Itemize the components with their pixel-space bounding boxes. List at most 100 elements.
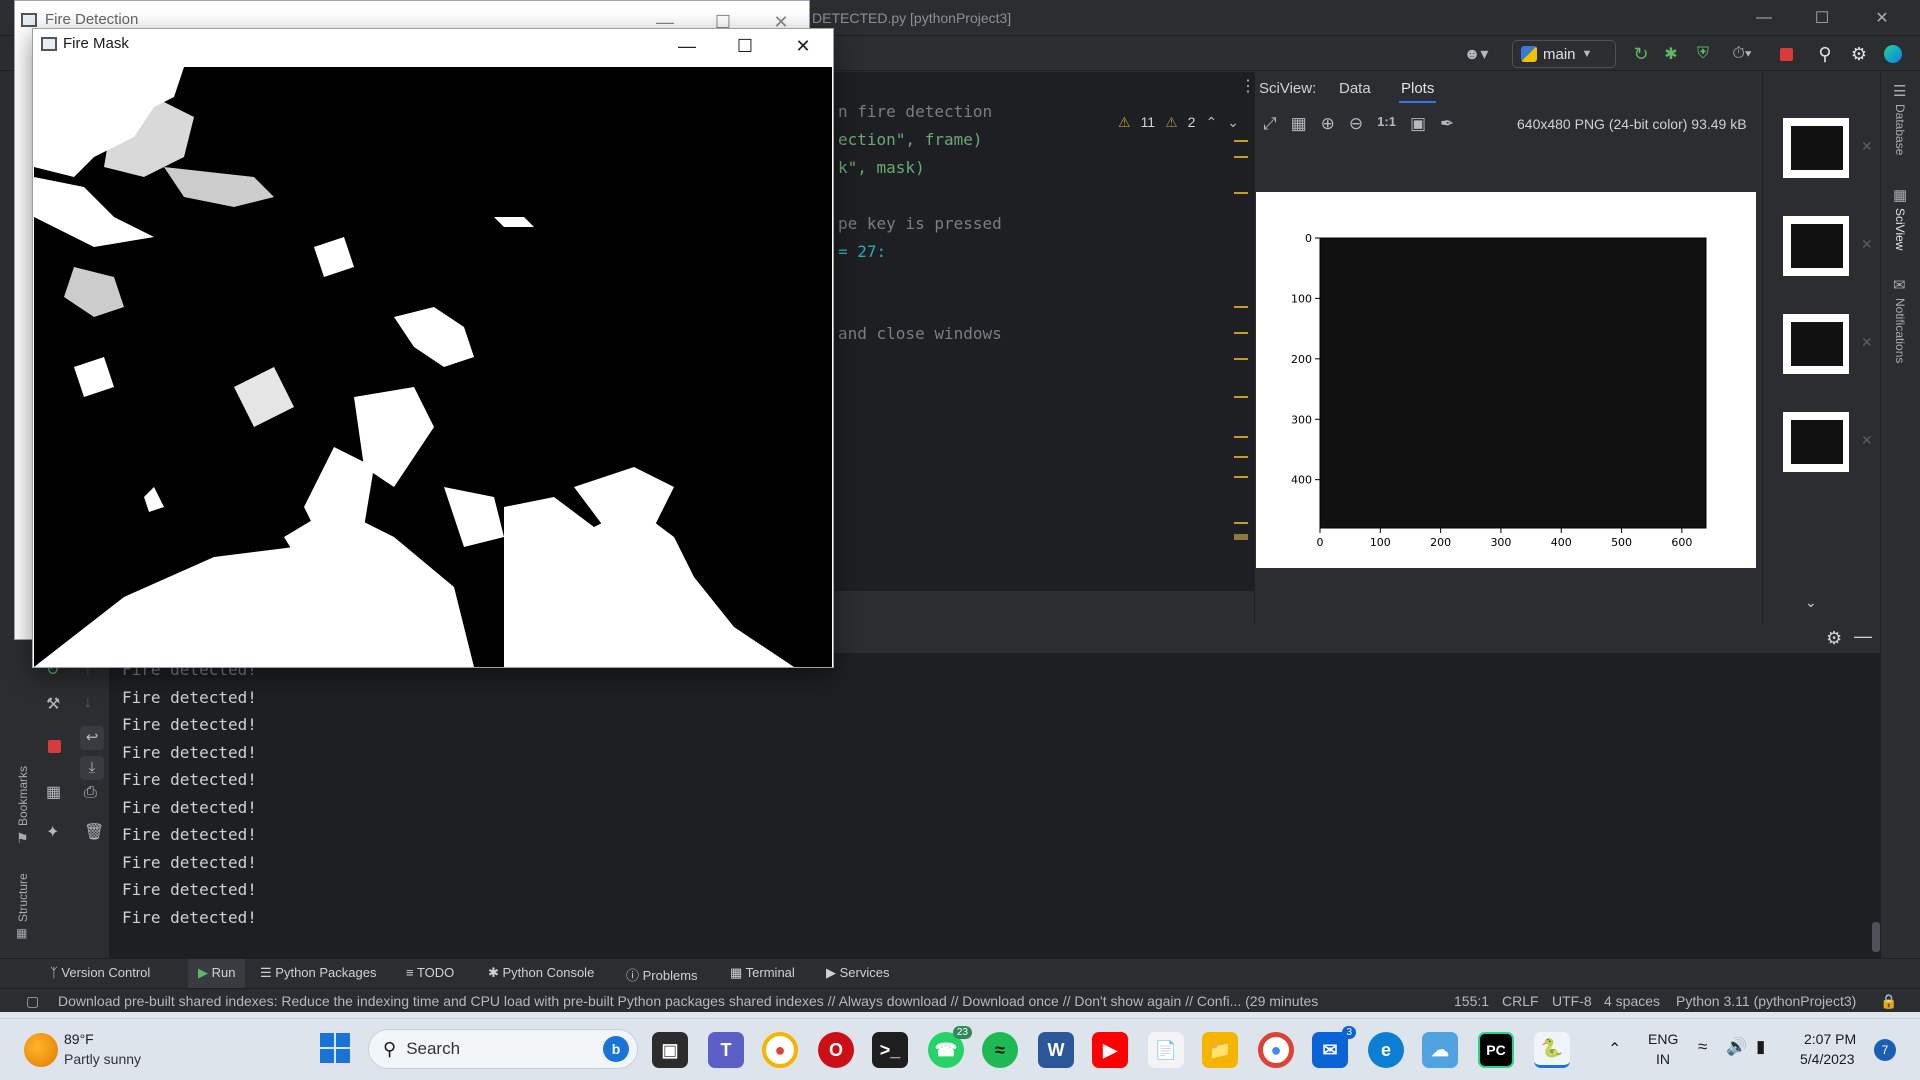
tab-version-control[interactable]: ᛉ Version Control bbox=[50, 965, 150, 980]
bookmarks-tool-button[interactable]: Bookmarks bbox=[16, 766, 30, 826]
tab-todo[interactable]: ≡ TODO bbox=[406, 965, 454, 980]
bookmark-icon[interactable]: ⚑ bbox=[16, 830, 29, 847]
inspection-widget[interactable]: ⚠ 11 ⚠ 2 ⌃ ⌄ bbox=[1118, 114, 1239, 131]
sciview-icon[interactable]: ▦ bbox=[1893, 186, 1907, 204]
tab-python-console[interactable]: ✱ Python Console bbox=[488, 965, 594, 981]
zoom-in-icon[interactable]: ⊕ bbox=[1321, 114, 1335, 134]
file-encoding[interactable]: UTF-8 bbox=[1552, 993, 1592, 1009]
ide-minimize-button[interactable]: — bbox=[1742, 0, 1786, 36]
tab-plots[interactable]: Plots bbox=[1399, 80, 1437, 103]
print-icon[interactable]: ⎙ bbox=[84, 784, 97, 802]
ai-assistant-icon[interactable] bbox=[1884, 45, 1902, 63]
stop-icon[interactable] bbox=[48, 740, 61, 753]
line-separator[interactable]: CRLF bbox=[1502, 993, 1539, 1009]
maximize-button[interactable]: ☐ bbox=[717, 29, 773, 63]
whatsapp-icon[interactable]: ☎ 23 bbox=[928, 1026, 972, 1068]
grid-icon[interactable]: ▦ bbox=[1291, 114, 1307, 134]
teams-icon[interactable]: T bbox=[708, 1032, 744, 1068]
warning-marker[interactable] bbox=[1234, 456, 1248, 458]
chrome-profile-icon[interactable]: ● bbox=[762, 1032, 798, 1068]
sciview-tool-button[interactable]: SciView bbox=[1893, 208, 1907, 250]
language-label[interactable]: ENG bbox=[1648, 1031, 1678, 1047]
opera-icon[interactable]: O bbox=[818, 1032, 854, 1068]
trash-icon[interactable]: 🗑 bbox=[84, 822, 104, 842]
python-idle-icon[interactable]: 📄 bbox=[1148, 1032, 1184, 1068]
warning-marker[interactable] bbox=[1234, 156, 1248, 158]
soft-wrap-icon[interactable]: ↩ bbox=[80, 726, 104, 750]
youtube-icon[interactable]: ▶ bbox=[1092, 1032, 1128, 1068]
run-settings-gear-icon[interactable]: ⚙ bbox=[1826, 628, 1842, 649]
database-tool-button[interactable]: Database bbox=[1893, 104, 1907, 155]
plot-image[interactable]: 0 100 200 300 400 500 600 0 100 200 300 400 bbox=[1256, 192, 1756, 568]
region-label[interactable]: IN bbox=[1656, 1051, 1670, 1067]
layout-icon[interactable]: ▦ bbox=[46, 782, 61, 802]
tab-problems[interactable]: ⓘ Problems bbox=[626, 965, 698, 984]
pin-icon[interactable]: ✦ bbox=[46, 822, 59, 842]
start-button[interactable] bbox=[320, 1033, 350, 1063]
error-stripe[interactable] bbox=[1234, 130, 1250, 550]
stop-icon[interactable] bbox=[1780, 48, 1793, 61]
color-picker-icon[interactable]: ✒ bbox=[1440, 114, 1454, 134]
task-view-icon[interactable]: ▣ bbox=[652, 1032, 688, 1068]
console-output[interactable]: Fire detected! Fire detected! Fire detec… bbox=[110, 654, 1880, 958]
chevron-up-icon[interactable]: ⌃ bbox=[1608, 1039, 1621, 1059]
spotify-icon[interactable]: ≈ bbox=[982, 1032, 1018, 1068]
plot-thumbnail[interactable] bbox=[1783, 216, 1849, 276]
weather-temp[interactable]: 89°F bbox=[64, 1031, 94, 1047]
interpreter[interactable]: Python 3.11 (pythonProject3) bbox=[1676, 993, 1856, 1009]
weather-icon[interactable] bbox=[24, 1033, 58, 1067]
coverage-icon[interactable]: ⛨ bbox=[1690, 42, 1716, 66]
fit-window-icon[interactable]: ⤢ bbox=[1263, 114, 1277, 134]
warning-marker[interactable] bbox=[1234, 306, 1248, 308]
warning-marker[interactable] bbox=[1234, 332, 1248, 334]
clock-date[interactable]: 5/4/2023 bbox=[1800, 1051, 1855, 1067]
structure-tool-button[interactable]: Structure bbox=[16, 873, 30, 922]
ide-close-button[interactable]: ✕ bbox=[1860, 0, 1904, 36]
warning-marker[interactable] bbox=[1234, 476, 1248, 478]
structure-icon[interactable]: ▦ bbox=[16, 926, 27, 940]
close-icon[interactable]: ✕ bbox=[1861, 138, 1873, 155]
debug-icon[interactable]: ✱ bbox=[1658, 42, 1684, 66]
tab-terminal[interactable]: ▦ Terminal bbox=[730, 965, 795, 981]
profile-icon[interactable]: ⏱▾ bbox=[1722, 42, 1762, 66]
warning-marker[interactable] bbox=[1234, 358, 1248, 360]
chrome-icon[interactable]: ● bbox=[1258, 1032, 1294, 1068]
run-config-selector[interactable]: main ▼ bbox=[1512, 40, 1616, 68]
onedrive-icon[interactable]: ☁ bbox=[1422, 1032, 1458, 1068]
bell-icon[interactable]: ✉ bbox=[1893, 276, 1906, 294]
warning-marker[interactable] bbox=[1234, 396, 1248, 398]
background-icon[interactable]: ▣ bbox=[1410, 114, 1426, 134]
chevron-down-icon[interactable]: ⌄ bbox=[1227, 114, 1239, 131]
indent-setting[interactable]: 4 spaces bbox=[1604, 993, 1660, 1009]
weather-condition[interactable]: Partly sunny bbox=[64, 1051, 141, 1067]
actual-size-button[interactable]: 1:1 bbox=[1377, 114, 1396, 134]
chevron-up-icon[interactable]: ⌃ bbox=[1205, 114, 1217, 131]
fire-mask-window[interactable]: Fire Mask — ☐ ✕ bbox=[32, 28, 834, 668]
console-scrollbar[interactable] bbox=[1872, 922, 1880, 952]
pycharm-icon[interactable]: PC bbox=[1478, 1032, 1514, 1068]
taskbar-search[interactable]: ⚲ Search b bbox=[368, 1029, 638, 1069]
settings-gear-icon[interactable]: ⚙ bbox=[1846, 42, 1872, 66]
wifi-icon[interactable]: ≈ bbox=[1698, 1037, 1707, 1057]
search-icon[interactable]: ⚲ bbox=[1812, 42, 1838, 66]
volume-icon[interactable]: 🔊 bbox=[1726, 1037, 1747, 1057]
zoom-out-icon[interactable]: ⊖ bbox=[1349, 114, 1363, 134]
scroll-to-end-icon[interactable]: ⤓ bbox=[80, 756, 104, 780]
battery-icon[interactable]: ▮ bbox=[1756, 1037, 1765, 1057]
edge-icon[interactable]: e bbox=[1368, 1032, 1404, 1068]
file-explorer-icon[interactable]: 📁 bbox=[1202, 1032, 1238, 1068]
notification-count[interactable]: 7 bbox=[1874, 1039, 1896, 1061]
status-message-icon[interactable]: ▢ bbox=[26, 993, 39, 1010]
rerun-icon[interactable]: ↻ bbox=[1628, 42, 1654, 66]
caret-position[interactable]: 155:1 bbox=[1454, 993, 1489, 1009]
vcs-user-icon[interactable]: ☻▾ bbox=[1456, 42, 1496, 66]
warning-marker[interactable] bbox=[1234, 192, 1248, 194]
word-icon[interactable]: W bbox=[1038, 1032, 1074, 1068]
close-icon[interactable]: ✕ bbox=[1861, 236, 1873, 253]
warning-marker[interactable] bbox=[1234, 522, 1248, 524]
tab-python-packages[interactable]: ☰ Python Packages bbox=[260, 965, 376, 981]
notifications-tool-button[interactable]: Notifications bbox=[1893, 298, 1907, 363]
clock-time[interactable]: 2:07 PM bbox=[1804, 1031, 1856, 1047]
warning-marker[interactable] bbox=[1234, 534, 1248, 540]
code-editor[interactable]: n fire detection ection", frame) k", mas… bbox=[830, 72, 1256, 592]
